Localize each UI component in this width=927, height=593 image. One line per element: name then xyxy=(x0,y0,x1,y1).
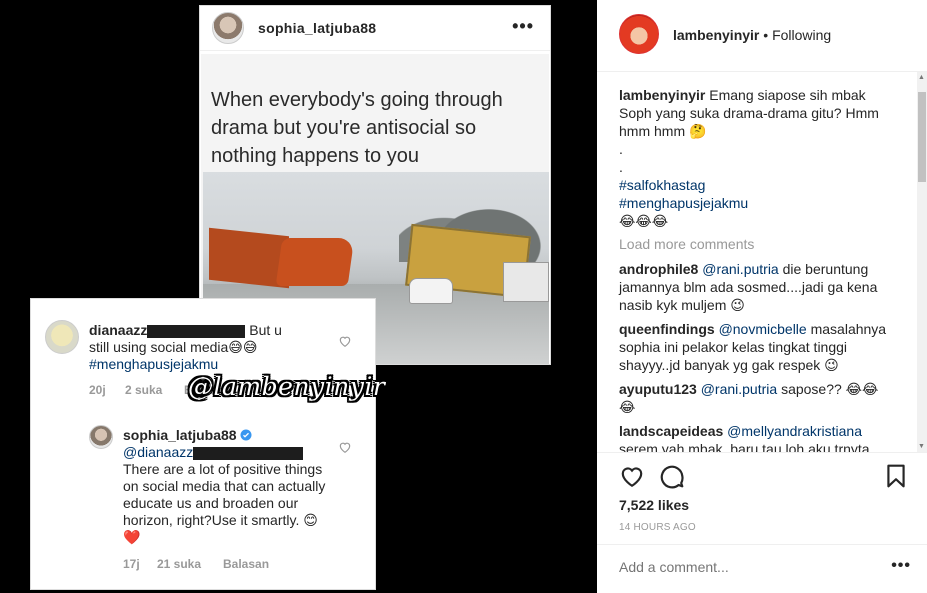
first-comment-likes: 2 suka xyxy=(125,383,163,397)
follow-status[interactable]: Following xyxy=(772,27,831,43)
first-comment-age: 20j xyxy=(89,383,106,397)
reply-user: sophia_latjuba88 xyxy=(123,427,237,443)
red-truck-shape xyxy=(209,227,355,292)
post-timestamp: 14 HOURS AGO xyxy=(619,522,696,533)
bookmark-icon[interactable] xyxy=(883,463,909,489)
likes-count[interactable]: 7,522 likes xyxy=(619,497,689,513)
post-author: lambenyinyir • Following xyxy=(673,27,831,43)
reply-text: There are a lot of positive things on so… xyxy=(123,461,326,545)
commenter-avatar xyxy=(45,320,79,354)
separator-dot: • xyxy=(763,27,773,43)
comments-screenshot-card: dianaazz But u still using social media😅… xyxy=(30,298,376,590)
comment-mention[interactable]: @mellyandrakristiana xyxy=(727,423,862,439)
reply-comment: sophia_latjuba88 @dianaazz There are a l… xyxy=(123,427,329,546)
heart-outline-icon xyxy=(339,336,351,347)
first-comment-hashtag: #menghapusjejakmu xyxy=(89,356,219,372)
heart-outline-icon xyxy=(339,442,351,453)
scrollbar-thumb[interactable] xyxy=(918,92,926,182)
comments-scrollbar[interactable]: ▲ ▼ xyxy=(917,72,927,452)
list-item: androphile8 @rani.putria die beruntung j… xyxy=(619,260,889,314)
meme-caption-text: When everybody's going through drama but… xyxy=(211,89,503,167)
caption-emoji: 😂😂😂 xyxy=(619,213,669,229)
list-item: queenfindings @novmicbelle masalahnya so… xyxy=(619,320,889,374)
load-more-comments[interactable]: Load more comments xyxy=(619,236,915,252)
reply-reply: Balasan xyxy=(223,557,270,571)
scroll-down-icon[interactable]: ▼ xyxy=(918,443,925,450)
meme-username: sophia_latjuba88 xyxy=(258,20,377,36)
caption-hashtag[interactable]: #menghapusjejakmu xyxy=(619,195,748,211)
post-side-panel: lambenyinyir • Following lambenyinyir Em… xyxy=(597,0,927,593)
comments-list[interactable]: lambenyinyir Emang siapose sih mbak Soph… xyxy=(597,72,915,452)
meme-header: sophia_latjuba88 ••• xyxy=(200,6,550,51)
first-comment-line1: But u xyxy=(249,322,282,338)
add-comment-input[interactable] xyxy=(619,559,849,575)
comment-user[interactable]: queenfindings xyxy=(619,321,715,337)
comment-user[interactable]: landscapeideas xyxy=(619,423,723,439)
reply-mention: @dianaazz xyxy=(123,444,194,460)
comment-mention[interactable]: @novmicbelle xyxy=(719,321,807,337)
profile-avatar[interactable] xyxy=(619,14,659,54)
caption: lambenyinyir Emang siapose sih mbak Soph… xyxy=(619,86,889,230)
first-comment: dianaazz But u still using social media😅… xyxy=(89,322,359,373)
list-item: ayuputu123 @rani.putria sapose?? 😂😂😂 xyxy=(619,380,889,416)
add-comment-bar: ••• xyxy=(597,544,927,593)
caption-dot: . xyxy=(619,141,623,157)
redaction-bar xyxy=(147,324,246,338)
comment-user[interactable]: androphile8 xyxy=(619,261,698,277)
reply-likes: 21 suka xyxy=(157,557,202,571)
heart-icon[interactable] xyxy=(619,463,645,489)
watermark-text: @lambenyinyir xyxy=(188,372,386,401)
caption-dot: . xyxy=(619,159,623,175)
comment-mention[interactable]: @rani.putria xyxy=(702,261,778,277)
first-comment-user: dianaazz xyxy=(89,322,148,338)
reply-age: 17j xyxy=(123,557,140,571)
white-truck-shape xyxy=(503,262,549,302)
scroll-up-icon[interactable]: ▲ xyxy=(918,74,925,81)
comment-text: serem yah mbak, baru tau loh aku trnyta … xyxy=(619,441,870,452)
verified-badge-icon xyxy=(240,429,252,441)
meme-avatar xyxy=(212,12,244,44)
redaction-bar xyxy=(193,446,304,460)
caption-user[interactable]: lambenyinyir xyxy=(619,87,705,103)
comment-user[interactable]: ayuputu123 xyxy=(619,381,697,397)
first-comment-line2: still using social media😅😅 xyxy=(89,339,258,355)
list-item: landscapeideas @mellyandrakristiana sere… xyxy=(619,422,889,452)
more-dots-icon: ••• xyxy=(512,16,534,36)
post-image[interactable]: sophia_latjuba88 ••• When everybody's go… xyxy=(0,0,597,593)
comment-mention[interactable]: @rani.putria xyxy=(701,381,777,397)
author-handle[interactable]: lambenyinyir xyxy=(673,27,759,43)
more-dots-icon[interactable]: ••• xyxy=(891,557,911,575)
post-header: lambenyinyir • Following xyxy=(597,0,927,72)
white-car-shape xyxy=(409,278,453,304)
caption-hashtag[interactable]: #salfokhastag xyxy=(619,177,705,193)
comment-icon[interactable] xyxy=(659,463,685,489)
reply-avatar xyxy=(89,425,113,449)
